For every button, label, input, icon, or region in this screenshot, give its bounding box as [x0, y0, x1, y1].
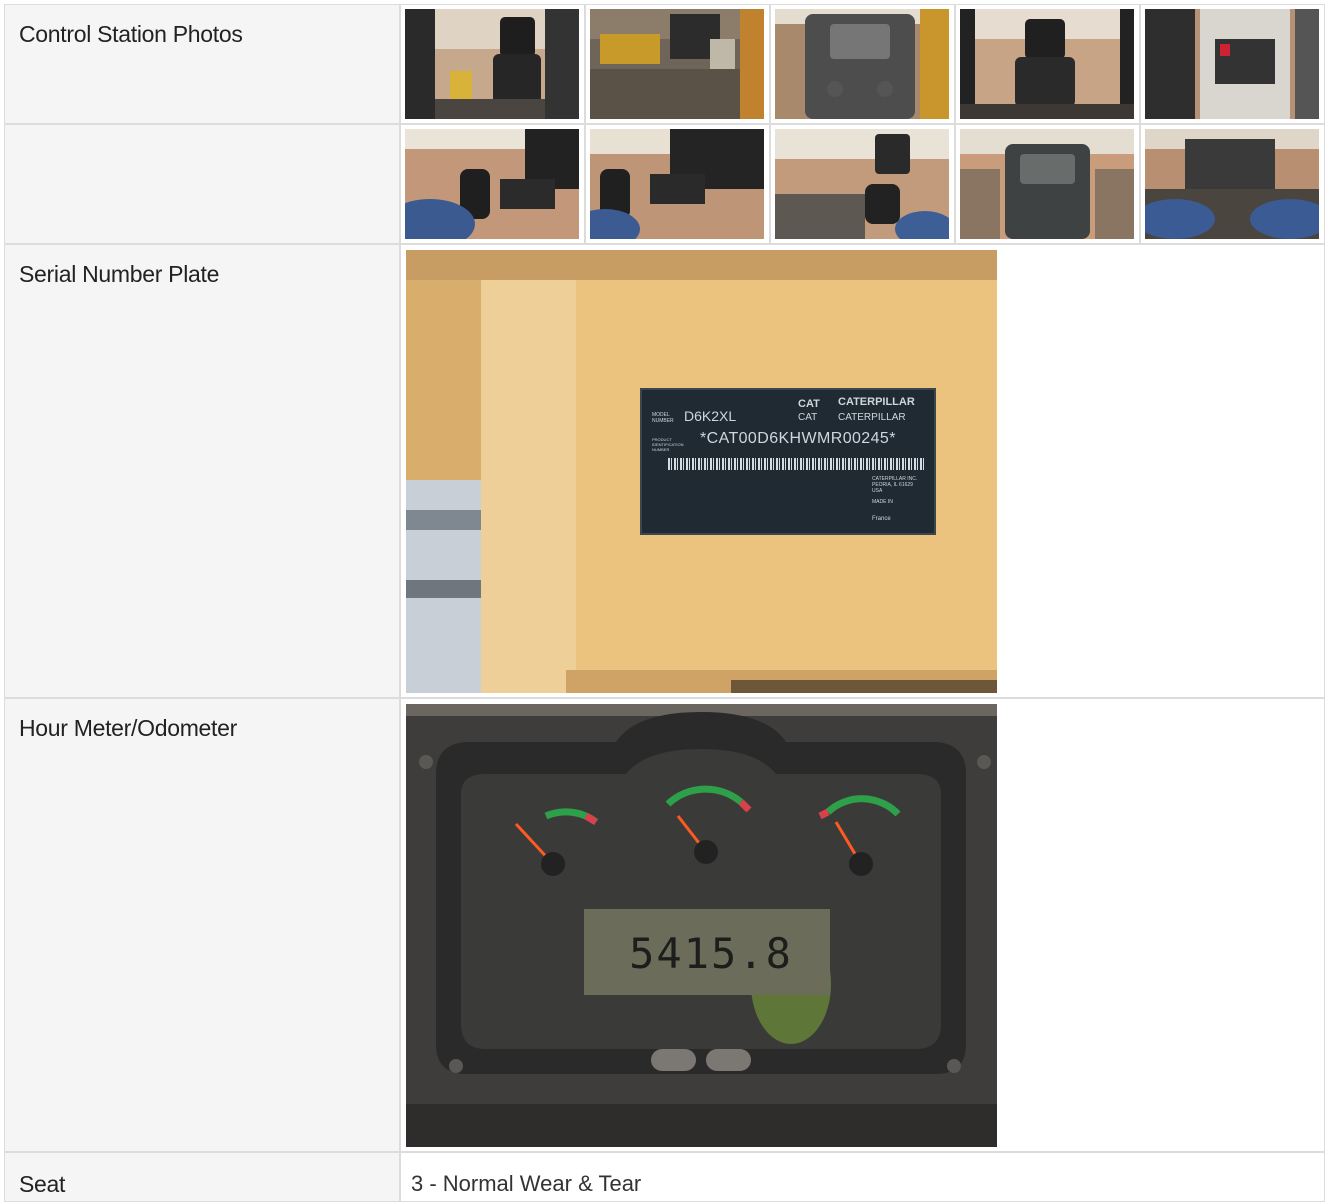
photo-thumbnail-cell[interactable] [1140, 124, 1325, 244]
hour-meter-photo-cell: 5415.8 [400, 698, 1325, 1152]
floor-pedals-photo[interactable] [1145, 129, 1319, 239]
caterpillar-brand: CATERPILLAR [838, 396, 915, 408]
pin-value: *CAT00D6KHWMR00245* [700, 430, 896, 447]
photo-thumbnail-cell[interactable] [585, 4, 770, 124]
hour-meter-label-cell: Hour Meter/Odometer [4, 698, 400, 1152]
serial-number-photo-cell: MODEL NUMBER D6K2XL PRODUCT IDENTIFICATI… [400, 244, 1325, 698]
photo-thumbnail-cell[interactable] [400, 124, 585, 244]
cat-brand-small: CAT [798, 412, 818, 423]
model-number-caption: MODEL NUMBER [652, 412, 674, 424]
seat-value-cell: 3 - Normal Wear & Tear [400, 1152, 1325, 1202]
photo-thumbnail-cell[interactable] [770, 124, 955, 244]
serial-number-label: Serial Number Plate [19, 261, 220, 287]
photo-thumbnail-cell[interactable] [770, 4, 955, 124]
seat-row: Seat 3 - Normal Wear & Tear [4, 1152, 1325, 1202]
photo-thumbnail-cell[interactable] [400, 4, 585, 124]
serial-number-label-cell: Serial Number Plate [4, 244, 400, 698]
caterpillar-brand-small: CATERPILLAR [838, 412, 906, 423]
switch-panel-photo[interactable] [1145, 9, 1319, 119]
serial-number-row: Serial Number Plate MODEL NUMBER D6K2XL … [4, 244, 1325, 698]
cab-seat-photo[interactable] [405, 9, 579, 119]
barcode [668, 458, 926, 470]
cab-door-photo[interactable] [775, 9, 949, 119]
empty-label-cell [4, 124, 400, 244]
model-number-value: D6K2XL [684, 408, 737, 424]
cat-brand: CAT [798, 398, 820, 410]
hour-meter-label: Hour Meter/Odometer [19, 715, 237, 741]
dash-front-photo[interactable] [960, 129, 1134, 239]
right-console-photo[interactable] [775, 129, 949, 239]
seat-label-cell: Seat [4, 1152, 400, 1202]
joystick-photo[interactable] [405, 129, 579, 239]
control-station-row-1: Control Station Photos [4, 4, 1325, 124]
control-station-label: Control Station Photos [19, 21, 243, 47]
made-in-country: France [872, 516, 891, 522]
serial-plate-photo[interactable]: MODEL NUMBER D6K2XL PRODUCT IDENTIFICATI… [406, 250, 997, 693]
hour-meter-reading: 5415.8 [629, 929, 793, 978]
cab-floor-photo[interactable] [590, 9, 764, 119]
hour-meter-row: Hour Meter/Odometer 5415.8 [4, 698, 1325, 1152]
control-station-label-cell: Control Station Photos [4, 4, 400, 124]
made-in-caption: MADE IN [872, 499, 893, 505]
cab-interior-photo[interactable] [960, 9, 1134, 119]
control-station-row-2 [4, 124, 1325, 244]
seat-condition-value: 3 - Normal Wear & Tear [411, 1171, 642, 1196]
maker-line-3: USA [872, 488, 883, 494]
photo-thumbnail-cell[interactable] [585, 124, 770, 244]
photo-thumbnail-cell[interactable] [955, 124, 1140, 244]
joystick-side-photo[interactable] [590, 129, 764, 239]
serial-plate: MODEL NUMBER D6K2XL PRODUCT IDENTIFICATI… [640, 388, 936, 535]
hour-meter-photo[interactable]: 5415.8 [406, 704, 997, 1147]
pin-caption: PRODUCT IDENTIFICATION NUMBER [652, 437, 684, 452]
photo-thumbnail-cell[interactable] [955, 4, 1140, 124]
photo-thumbnail-cell[interactable] [1140, 4, 1325, 124]
